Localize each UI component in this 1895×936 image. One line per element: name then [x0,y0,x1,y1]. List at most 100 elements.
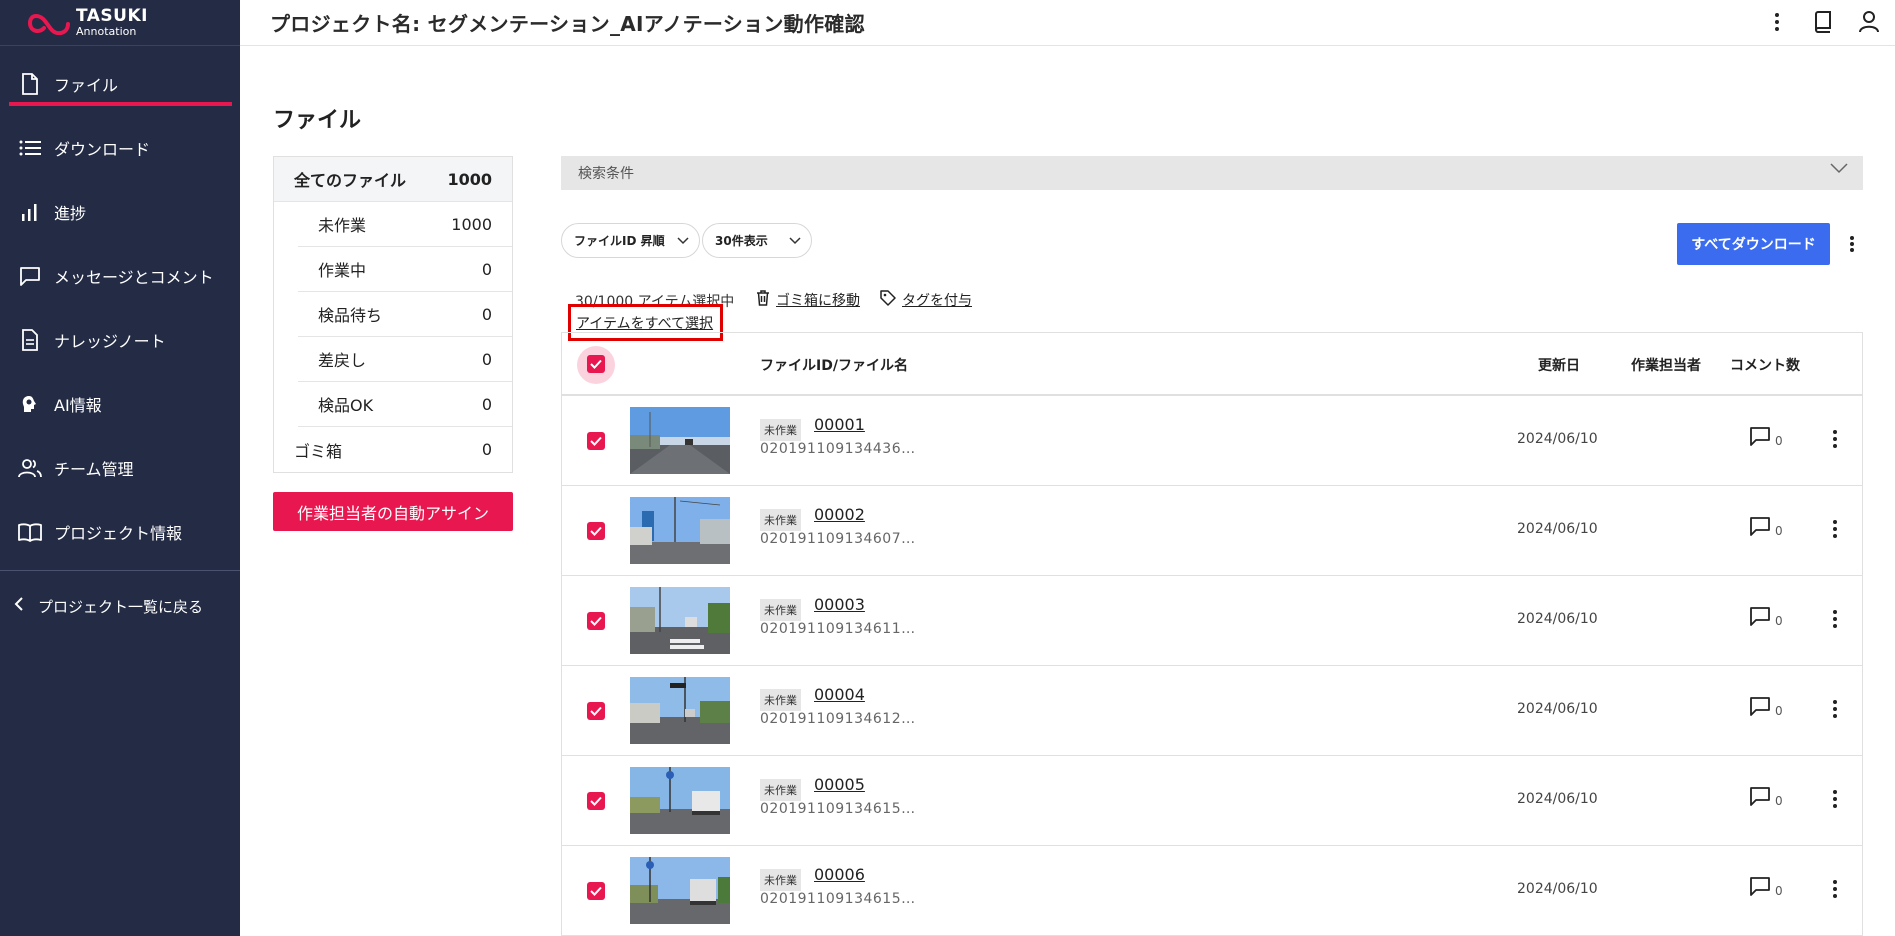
filter-count: 0 [481,394,492,414]
row-more-vertical-icon[interactable] [1828,786,1842,812]
table-row[interactable]: 未作業 00004 020191109134612… 2024/06/10 0 [562,666,1862,756]
row-checkbox[interactable] [587,792,605,810]
comment-button[interactable]: 0 [1749,516,1783,538]
header-comments: コメント数 [1730,358,1800,374]
sidebar-item-team[interactable]: チーム管理 [0,436,240,500]
back-to-projects-link[interactable]: プロジェクト一覧に戻る [0,571,240,641]
row-checkbox[interactable] [587,702,605,720]
row-checkbox[interactable] [587,522,605,540]
user-account-icon[interactable] [1853,6,1885,38]
file-id-link[interactable]: 00002 [814,505,865,524]
chevron-down-icon [789,234,801,248]
updated-date: 2024/06/10 [1517,881,1598,897]
file-thumbnail[interactable] [630,587,730,654]
row-more-vertical-icon[interactable] [1828,426,1842,452]
file-id-link[interactable]: 00003 [814,595,865,614]
row-more-vertical-icon[interactable] [1828,876,1842,902]
sidebar-item-ai-info[interactable]: AI情報 [0,372,240,436]
filter-inspection-ok[interactable]: 検品OK 0 [298,382,512,427]
move-to-trash-label: ゴミ箱に移動 [776,293,860,309]
sidebar-item-download[interactable]: ダウンロード [0,116,240,180]
filter-all-files[interactable]: 全てのファイル 1000 [274,157,512,202]
filter-awaiting-inspection[interactable]: 検品待ち 0 [298,292,512,337]
file-id-link[interactable]: 00005 [814,775,865,794]
file-name: 020191109134611… [760,621,916,637]
search-conditions-toggle[interactable]: 検索条件 [561,156,1863,190]
filter-trash[interactable]: ゴミ箱 0 [274,427,512,472]
auto-assign-button[interactable]: 作業担当者の自動アサイン [273,492,513,531]
file-thumbnail[interactable] [630,767,730,834]
filter-label: 検品待ち [318,306,383,325]
logo[interactable]: TASUKI Annotation [0,0,240,46]
download-all-button[interactable]: すべてダウンロード [1677,223,1830,265]
updated-date: 2024/06/10 [1517,791,1598,807]
add-tag-button[interactable]: タグを付与 [880,290,972,310]
more-vertical-icon[interactable] [1842,232,1862,256]
row-checkbox[interactable] [587,612,605,630]
add-tag-label: タグを付与 [902,293,972,309]
filter-not-started[interactable]: 未作業 1000 [298,202,512,247]
sidebar-item-knowledge[interactable]: ナレッジノート [0,308,240,372]
chevron-down-icon [1829,162,1849,178]
sidebar-item-files[interactable]: ファイル [0,52,240,116]
row-more-vertical-icon[interactable] [1828,696,1842,722]
file-name: 020191109134612… [760,711,916,727]
file-thumbnail[interactable] [630,497,730,564]
tag-icon [880,290,896,310]
comment-icon [1750,427,1770,446]
sidebar-item-project-info[interactable]: プロジェクト情報 [0,500,240,564]
updated-date: 2024/06/10 [1517,611,1598,627]
comment-button[interactable]: 0 [1749,876,1783,898]
filter-in-progress[interactable]: 作業中 0 [298,247,512,292]
sidebar-item-label: 進捗 [54,204,87,223]
table-row[interactable]: 未作業 00002 020191109134607… 2024/06/10 0 [562,486,1862,576]
file-thumbnail[interactable] [630,677,730,744]
sidebar-item-messages[interactable]: メッセージとコメント [0,244,240,308]
filter-returned[interactable]: 差戻し 0 [298,337,512,382]
per-page-dropdown[interactable]: 30件表示 [702,223,812,258]
table-row[interactable]: 未作業 00006 020191109134615… 2024/06/10 0 [562,846,1862,936]
filter-label: 未作業 [318,216,367,235]
file-id-link[interactable]: 00004 [814,685,865,704]
filter-label: 検品OK [318,396,374,415]
more-vertical-icon[interactable] [1761,6,1793,38]
document-icon [18,328,42,352]
sidebar-item-progress[interactable]: 進捗 [0,180,240,244]
row-more-vertical-icon[interactable] [1828,606,1842,632]
file-name: 020191109134436… [760,441,916,457]
row-checkbox[interactable] [587,882,605,900]
filter-count: 0 [481,304,492,324]
table-row[interactable]: 未作業 00001 020191109134436… 2024/06/10 0 [562,396,1862,486]
table-row[interactable]: 未作業 00005 020191109134615… 2024/06/10 0 [562,756,1862,846]
file-thumbnail[interactable] [630,857,730,924]
back-label: プロジェクト一覧に戻る [38,597,204,616]
select-all-items-link[interactable]: アイテムをすべて選択 [576,313,714,333]
status-badge: 未作業 [760,689,801,711]
logo-title: TASUKI [76,6,148,26]
table-header: ファイルID/ファイル名 更新日 作業担当者 コメント数 [562,333,1862,396]
sort-order-dropdown[interactable]: ファイルID 昇順 [561,223,700,258]
select-all-checkbox[interactable] [587,355,605,373]
row-checkbox[interactable] [587,432,605,450]
comment-button[interactable]: 0 [1749,426,1783,448]
file-name: 020191109134615… [760,801,916,817]
file-id-link[interactable]: 00001 [814,415,865,434]
move-to-trash-button[interactable]: ゴミ箱に移動 [756,290,860,310]
filter-count: 0 [481,440,492,459]
table-row[interactable]: 未作業 00003 020191109134611… 2024/06/10 0 [562,576,1862,666]
file-thumbnail[interactable] [630,407,730,474]
sidebar-nav: ファイル ダウンロード 進捗 メッセージとコメント ナレッジノート AI情報 チ… [0,52,240,564]
page-title: ファイル [273,108,362,133]
sidebar-item-label: ファイル [54,76,119,95]
comment-button[interactable]: 0 [1749,696,1783,718]
sidebar-item-label: プロジェクト情報 [54,524,183,543]
file-name: 020191109134615… [760,891,916,907]
team-icon [18,456,42,480]
row-more-vertical-icon[interactable] [1828,516,1842,542]
manual-book-icon[interactable] [1807,6,1839,38]
comment-button[interactable]: 0 [1749,606,1783,628]
sidebar-item-label: ナレッジノート [54,332,166,351]
comment-button[interactable]: 0 [1749,786,1783,808]
updated-date: 2024/06/10 [1517,521,1598,537]
file-id-link[interactable]: 00006 [814,865,865,884]
